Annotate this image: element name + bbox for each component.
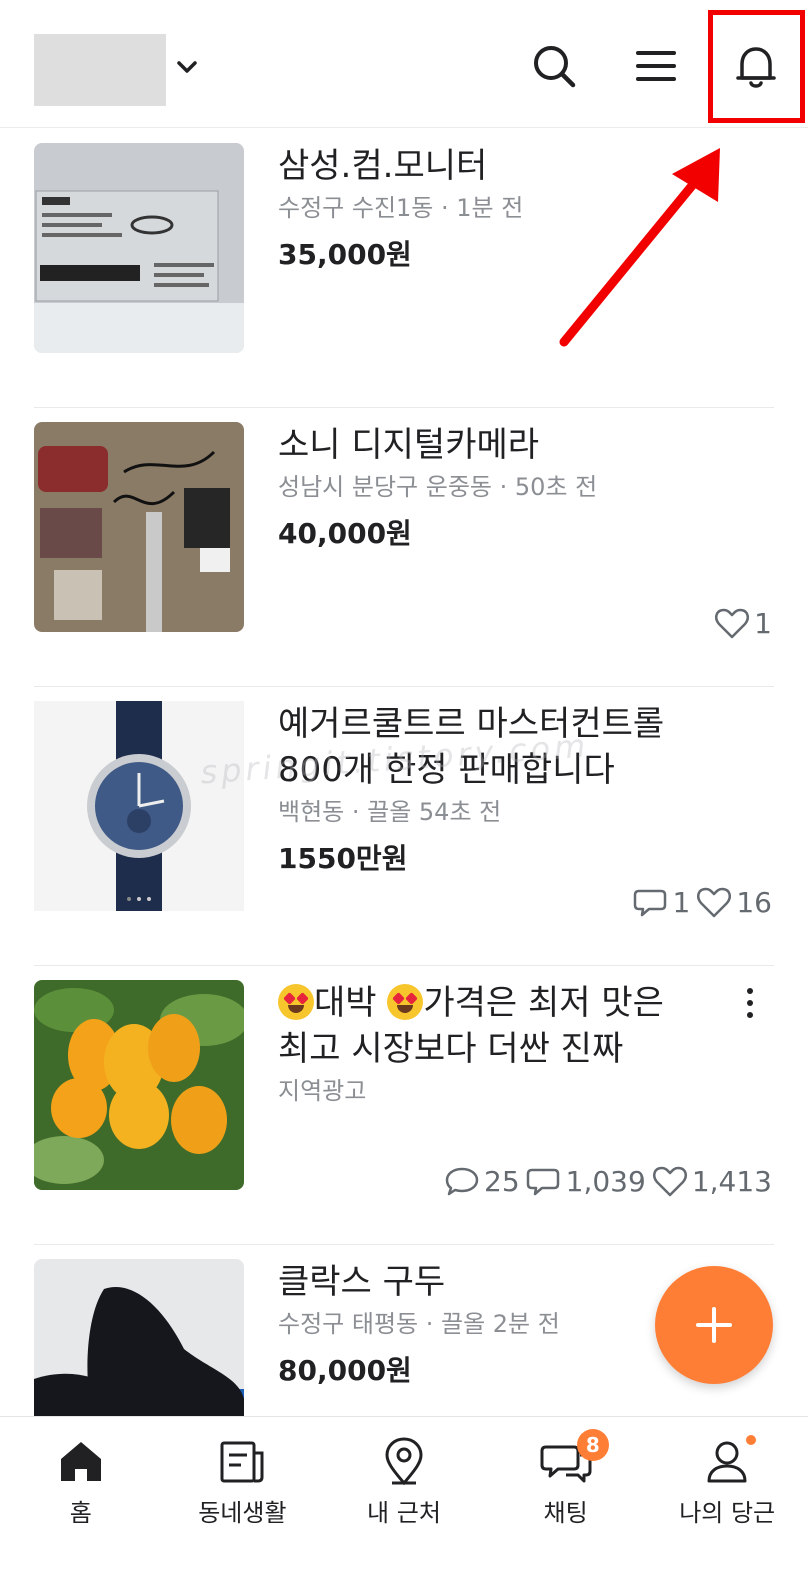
list-item[interactable]: 삼성.컴.모니터 수정구 수진1동 · 1분 전 35,000원 [0, 129, 808, 408]
nav-home[interactable]: 홈 [0, 1417, 162, 1570]
product-thumbnail [34, 422, 244, 632]
search-icon[interactable] [528, 40, 580, 92]
chat-count: 1,039 [526, 1164, 646, 1198]
chevron-down-icon[interactable] [172, 52, 202, 82]
profile-icon [707, 1441, 747, 1483]
item-title: 대박 가격은 최저 맛은 최고 시장보다 더싼 진짜 [278, 983, 664, 1069]
top-app-bar [0, 0, 808, 128]
item-price: 40,000원 [278, 517, 412, 550]
nav-nearby[interactable]: 내 근처 [323, 1417, 485, 1570]
notification-dot [746, 1435, 757, 1445]
plus-icon [696, 1307, 732, 1343]
list-item[interactable]: 예거르쿨트르 마스터컨트롤 800개 한정 판매합니다 백현동 · 끌올 54초… [0, 687, 808, 966]
location-pin-icon [385, 1437, 423, 1486]
item-title: 삼성.컴.모니터 [278, 146, 488, 186]
comment-count: 25 [444, 1164, 520, 1198]
item-info: 소니 디지털카메라 성남시 분당구 운중동 · 50초 전 40,000원 [278, 422, 748, 554]
item-meta: 백현동 · 끌올 54초 전 [278, 798, 502, 826]
heart-icon [697, 887, 732, 918]
location-selector-blurred[interactable] [34, 34, 166, 106]
heart-icon [652, 1166, 687, 1197]
chat-unread-badge: 8 [576, 1429, 609, 1461]
item-meta: 성남시 분당구 운중동 · 50초 전 [278, 473, 598, 501]
nav-my-carrot[interactable]: 나의 당근 [646, 1417, 808, 1570]
like-count: 1,413 [652, 1164, 772, 1198]
heart-icon [715, 608, 750, 639]
more-options-icon[interactable] [740, 984, 760, 1024]
product-thumbnail [34, 980, 244, 1190]
item-info: 대박 가격은 최저 맛은 최고 시장보다 더싼 진짜 지역광고 [278, 980, 748, 1106]
like-count: 1 [714, 606, 772, 640]
item-price: 1550만원 [278, 842, 408, 875]
bottom-navigation: 홈 동네생활 내 근처 8 채팅 나의 당근 [0, 1416, 808, 1570]
item-price: 35,000원 [278, 238, 412, 271]
item-meta: 지역광고 [278, 1077, 367, 1105]
like-count: 16 [696, 885, 772, 919]
write-post-button[interactable] [655, 1266, 773, 1384]
menu-icon[interactable] [630, 40, 682, 92]
nav-chat[interactable]: 8 채팅 [485, 1417, 647, 1570]
item-stats: 1 16 [633, 885, 772, 919]
product-thumbnail [34, 143, 244, 353]
item-stats: 25 1,039 1,413 [444, 1164, 772, 1198]
highlight-box [708, 10, 805, 123]
list-item-ad[interactable]: 대박 가격은 최저 맛은 최고 시장보다 더싼 진짜 지역광고 25 1,039… [0, 966, 808, 1245]
star-struck-emoji-icon [387, 984, 424, 1020]
nav-neighborhood[interactable]: 동네생활 [162, 1417, 324, 1570]
item-title: 소니 디지털카메라 [278, 425, 540, 465]
star-struck-emoji-icon [278, 984, 314, 1020]
item-info: 삼성.컴.모니터 수정구 수진1동 · 1분 전 35,000원 [278, 143, 748, 275]
item-stats: 1 [714, 606, 772, 640]
chat-bubble-icon [633, 889, 666, 917]
chat-count: 1 [633, 885, 690, 919]
list-item[interactable]: 소니 디지털카메라 성남시 분당구 운중동 · 50초 전 40,000원 1 [0, 408, 808, 687]
comment-bubble-icon [445, 1167, 479, 1196]
item-meta: 수정구 수진1동 · 1분 전 [278, 194, 524, 222]
chat-bubble-icon [526, 1168, 559, 1196]
home-icon [60, 1442, 101, 1481]
item-info: 예거르쿨트르 마스터컨트롤 800개 한정 판매합니다 백현동 · 끌올 54초… [278, 701, 748, 879]
product-thumbnail [34, 701, 244, 911]
neighborhood-icon [220, 1441, 264, 1483]
